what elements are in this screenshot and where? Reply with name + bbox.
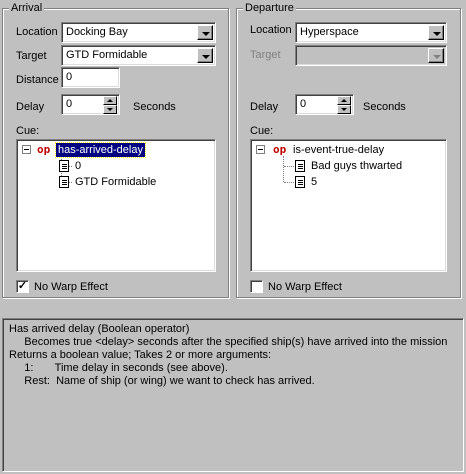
document-icon [295, 176, 305, 188]
departure-group-title: Departure [243, 1, 296, 15]
arrival-no-warp-checkbox[interactable]: ✓ [16, 280, 29, 293]
departure-seconds-label: Seconds [363, 101, 406, 113]
arrival-location-dropdown-button[interactable] [197, 25, 213, 40]
arrival-delay-spinner[interactable]: 0 [61, 94, 120, 115]
arrival-operator-node[interactable]: has-arrived-delay [55, 142, 146, 158]
departure-delay-spin-down[interactable] [337, 105, 351, 114]
help-description-panel: Has arrived delay (Boolean operator) Bec… [2, 318, 464, 472]
help-line: 1: Time delay in seconds (see above). [9, 362, 228, 374]
arrival-location-label: Location [16, 26, 58, 38]
arrival-distance-label: Distance [16, 74, 59, 86]
arrow-up-icon [341, 99, 347, 102]
departure-delay-spinner[interactable]: 0 [295, 94, 354, 115]
departure-no-warp-label: No Warp Effect [268, 281, 342, 293]
document-icon [295, 160, 305, 172]
departure-arg-node[interactable]: 5 [311, 175, 317, 189]
document-icon [59, 176, 69, 188]
chevron-down-icon [202, 32, 210, 36]
arrival-location-combo[interactable]: Docking Bay [61, 22, 216, 43]
departure-operator-tag: op [273, 143, 287, 156]
arrival-target-label: Target [16, 50, 47, 62]
arrival-location-value: Docking Bay [66, 26, 128, 38]
arrival-group-title: Arrival [9, 1, 45, 15]
arrival-target-dropdown-button[interactable] [197, 48, 213, 63]
departure-target-label: Target [250, 49, 281, 61]
arrival-seconds-label: Seconds [133, 101, 176, 113]
tree-line [284, 166, 294, 167]
arrival-cue-label: Cue: [16, 125, 40, 137]
departure-location-dropdown-button[interactable] [428, 25, 444, 40]
arrival-distance-field[interactable]: 0 [61, 67, 120, 88]
arrival-cue-tree[interactable]: op has-arrived-delay 0 GTD Formidable [16, 139, 216, 272]
arrow-up-icon [107, 99, 113, 102]
help-line: Has arrived delay (Boolean operator) [9, 323, 190, 335]
arrival-no-warp-label: No Warp Effect [34, 281, 108, 293]
departure-operator-node[interactable]: is-event-true-delay [293, 143, 384, 157]
tree-line [283, 156, 284, 182]
minus-box-icon[interactable] [22, 145, 31, 154]
chevron-down-icon [433, 32, 441, 36]
departure-cue-label: Cue: [250, 125, 274, 137]
chevron-down-icon [202, 55, 210, 59]
help-line: Rest: Name of ship (or wing) we want to … [9, 375, 315, 387]
arrow-down-icon [107, 108, 113, 111]
departure-no-warp-checkbox[interactable] [250, 280, 263, 293]
arrival-arg-node[interactable]: 0 [75, 159, 81, 173]
departure-location-combo[interactable]: Hyperspace [295, 22, 447, 43]
departure-target-dropdown-button[interactable] [428, 48, 444, 63]
departure-arg-node[interactable]: Bad guys thwarted [311, 159, 402, 173]
arrival-delay-label: Delay [16, 101, 45, 113]
arrival-distance-value: 0 [66, 71, 73, 83]
arrow-down-icon [341, 108, 347, 111]
departure-delay-spin-up[interactable] [337, 96, 351, 105]
departure-cue-tree[interactable]: op is-event-true-delay Bad guys thwarted… [250, 139, 447, 272]
departure-delay-value: 0 [300, 98, 307, 110]
arrival-delay-spin-down[interactable] [103, 105, 117, 114]
arrival-delay-value: 0 [66, 98, 73, 110]
help-line: Returns a boolean value; Takes 2 or more… [9, 349, 272, 361]
arrival-arg-node[interactable]: GTD Formidable [75, 175, 156, 189]
arrival-target-combo[interactable]: GTD Formidable [61, 45, 216, 66]
minus-box-icon[interactable] [256, 145, 265, 154]
arrival-target-value: GTD Formidable [66, 49, 148, 61]
arrival-operator-tag: op [37, 143, 51, 156]
chevron-down-icon [433, 55, 441, 59]
departure-location-label: Location [250, 24, 292, 36]
help-line: Becomes true <delay> seconds after the s… [9, 336, 448, 348]
departure-delay-label: Delay [250, 101, 279, 113]
departure-location-value: Hyperspace [300, 26, 359, 38]
document-icon [59, 160, 69, 172]
arrival-delay-spin-up[interactable] [103, 96, 117, 105]
tree-line [284, 182, 294, 183]
departure-target-combo[interactable] [295, 45, 447, 66]
